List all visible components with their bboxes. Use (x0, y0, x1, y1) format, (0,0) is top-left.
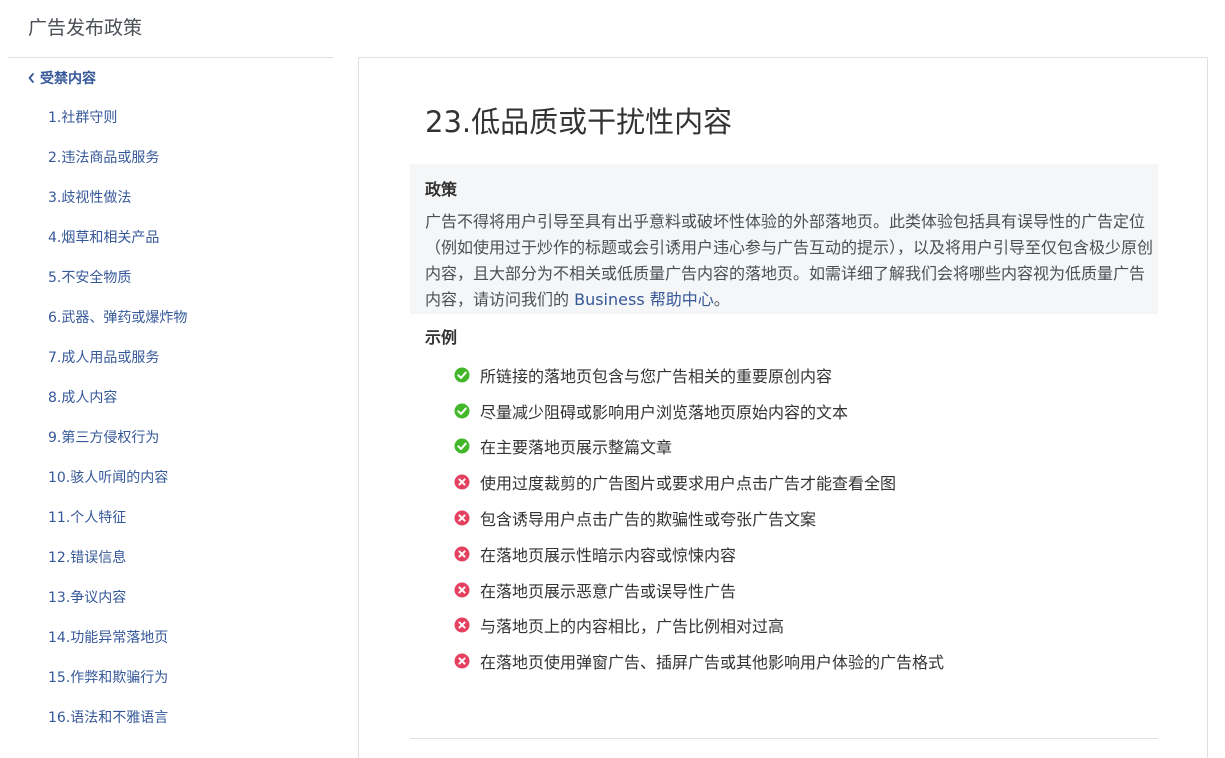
example-item-prohibited: 使用过度裁剪的广告图片或要求用户点击广告才能查看全图 (454, 464, 944, 500)
example-text: 在落地页展示性暗示内容或惊悚内容 (480, 545, 737, 565)
x-circle-icon (454, 617, 470, 633)
example-text: 尽量减少阻碍或影响用户浏览落地页原始内容的文本 (480, 402, 849, 422)
sidebar: 广告发布政策 受禁内容 1.社群守则 2.违法商品或服务 3.歧视性做法 4.烟草和相… (0, 0, 333, 742)
policy-body-text: 广告不得将用户引导至具有出乎意料或破坏性体验的外部落地页。此类体验包括具有误导性… (425, 212, 1154, 309)
example-text: 所链接的落地页包含与您广告相关的重要原创内容 (480, 366, 833, 386)
content-card: 23.低品质或干扰性内容 政策 广告不得将用户引导至具有出乎意料或破坏性体验的外… (358, 57, 1208, 758)
example-text: 在主要落地页展示整篇文章 (480, 438, 673, 458)
sidebar-item[interactable]: 9.第三方侵权行为 (48, 418, 187, 458)
sidebar-item[interactable]: 13.争议内容 (48, 578, 187, 618)
example-text: 在落地页展示恶意广告或误导性广告 (480, 581, 737, 601)
sidebar-item[interactable]: 2.违法商品或服务 (48, 138, 187, 178)
sidebar-nav-list: 1.社群守则 2.违法商品或服务 3.歧视性做法 4.烟草和相关产品 5.不安全物质 6.… (48, 98, 187, 738)
example-item-prohibited: 在落地页展示性暗示内容或惊悚内容 (454, 536, 944, 572)
business-help-center-link[interactable]: Business 帮助中心 (574, 290, 714, 309)
example-item-prohibited: 在落地页使用弹窗广告、插屏广告或其他影响用户体验的广告格式 (454, 643, 944, 679)
content-divider (410, 738, 1158, 739)
check-circle-icon (454, 367, 470, 383)
sidebar-item[interactable]: 12.错误信息 (48, 538, 187, 578)
example-text: 在落地页使用弹窗广告、插屏广告或其他影响用户体验的广告格式 (480, 653, 945, 673)
sidebar-item[interactable]: 8.成人内容 (48, 378, 187, 418)
page-title: 23.低品质或干扰性内容 (425, 105, 733, 139)
sidebar-item[interactable]: 11.个人特征 (48, 498, 187, 538)
example-item-prohibited: 包含诱导用户点击广告的欺骗性或夸张广告文案 (454, 500, 944, 536)
sidebar-item[interactable]: 6.武器、弹药或爆炸物 (48, 298, 187, 338)
policy-box: 政策 广告不得将用户引导至具有出乎意料或破坏性体验的外部落地页。此类体验包括具有… (410, 164, 1158, 314)
example-item-prohibited: 在落地页展示恶意广告或误导性广告 (454, 572, 944, 608)
policy-heading: 政策 (425, 180, 458, 199)
example-text: 与落地页上的内容相比，广告比例相对过高 (480, 617, 785, 637)
check-circle-icon (454, 403, 470, 419)
x-circle-icon (454, 653, 470, 669)
nav-section-prohibited-content[interactable]: 受禁内容 (27, 67, 96, 89)
site-title[interactable]: 广告发布政策 (28, 15, 142, 41)
x-circle-icon (454, 510, 470, 526)
example-item-allowed: 在主要落地页展示整篇文章 (454, 429, 944, 465)
sidebar-item[interactable]: 14.功能异常落地页 (48, 618, 187, 658)
example-list: 所链接的落地页包含与您广告相关的重要原创内容 尽量减少阻碍或影响用户浏览落地页原始… (454, 357, 944, 679)
sidebar-item[interactable]: 4.烟草和相关产品 (48, 218, 187, 258)
chevron-left-icon[interactable] (27, 69, 38, 88)
sidebar-item[interactable]: 1.社群守则 (48, 98, 187, 138)
title-divider (8, 57, 333, 58)
example-item-prohibited: 与落地页上的内容相比，广告比例相对过高 (454, 608, 944, 644)
sidebar-item[interactable]: 15.作弊和欺骗行为 (48, 658, 187, 698)
sidebar-item[interactable]: 7.成人用品或服务 (48, 338, 187, 378)
sidebar-item[interactable]: 3.歧视性做法 (48, 178, 187, 218)
policy-trailing-text: 。 (713, 290, 730, 309)
example-item-allowed: 尽量减少阻碍或影响用户浏览落地页原始内容的文本 (454, 393, 944, 429)
check-circle-icon (454, 438, 470, 454)
example-text: 包含诱导用户点击广告的欺骗性或夸张广告文案 (480, 510, 817, 530)
example-text: 使用过度裁剪的广告图片或要求用户点击广告才能查看全图 (480, 474, 897, 494)
x-circle-icon (454, 546, 470, 562)
examples-heading: 示例 (425, 328, 458, 347)
x-circle-icon (454, 474, 470, 490)
example-item-allowed: 所链接的落地页包含与您广告相关的重要原创内容 (454, 357, 944, 393)
x-circle-icon (454, 582, 470, 598)
policy-text: 广告不得将用户引导至具有出乎意料或破坏性体验的外部落地页。此类体验包括具有误导性… (425, 209, 1158, 313)
nav-section-label: 受禁内容 (40, 71, 96, 87)
sidebar-item[interactable]: 5.不安全物质 (48, 258, 187, 298)
sidebar-item[interactable]: 10.骇人听闻的内容 (48, 458, 187, 498)
sidebar-item[interactable]: 16.语法和不雅语言 (48, 698, 187, 738)
